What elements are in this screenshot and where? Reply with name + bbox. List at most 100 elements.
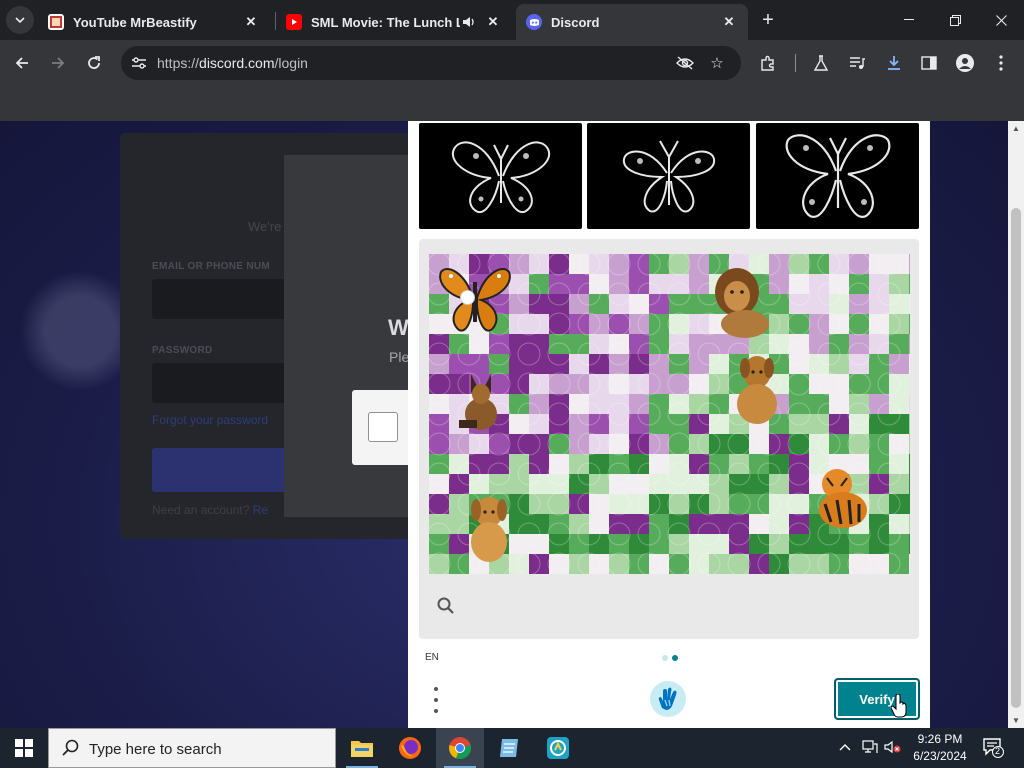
mosaic-tile bbox=[769, 474, 789, 494]
taskbar: Type here to search 9:26 PM 6/23/2024 2 bbox=[0, 728, 1024, 768]
minimize-button[interactable] bbox=[886, 0, 932, 40]
notification-center-button[interactable]: 2 bbox=[982, 736, 1006, 760]
mosaic-tile bbox=[429, 534, 449, 554]
mosaic-tile bbox=[509, 474, 529, 494]
mosaic-tile bbox=[489, 454, 509, 474]
arduino-app-button[interactable] bbox=[534, 728, 582, 768]
lion-image bbox=[707, 266, 771, 342]
media-control-icon[interactable] bbox=[842, 48, 872, 78]
notepad-app-button[interactable] bbox=[486, 728, 534, 768]
mosaic-tile bbox=[529, 274, 549, 294]
mosaic-tile bbox=[849, 354, 869, 374]
tab-search-button[interactable] bbox=[6, 6, 34, 34]
mosaic-tile bbox=[869, 534, 889, 554]
register-link[interactable]: Re bbox=[253, 503, 268, 517]
more-menu-icon[interactable] bbox=[986, 48, 1016, 78]
mosaic-tile bbox=[509, 434, 529, 454]
tiger-icon bbox=[819, 469, 867, 528]
mosaic-tile bbox=[889, 394, 909, 414]
labs-flask-icon[interactable] bbox=[806, 48, 836, 78]
file-explorer-button[interactable] bbox=[338, 728, 386, 768]
speaker-icon[interactable] bbox=[460, 13, 478, 31]
mosaic-tile bbox=[569, 434, 589, 454]
forgot-password-link[interactable]: Forgot your password bbox=[152, 413, 268, 427]
system-clock[interactable]: 9:26 PM 6/23/2024 bbox=[904, 731, 976, 765]
eye-off-icon[interactable] bbox=[675, 53, 695, 73]
mosaic-tile bbox=[889, 414, 909, 434]
mosaic-tile bbox=[829, 434, 849, 454]
hcaptcha-checkbox[interactable] bbox=[368, 412, 398, 442]
dog-image bbox=[727, 352, 787, 426]
mosaic-tile bbox=[429, 494, 449, 514]
mosaic-tile bbox=[709, 454, 729, 474]
mosaic-tile bbox=[589, 374, 609, 394]
mosaic-tile bbox=[669, 554, 689, 574]
mosaic-tile bbox=[529, 254, 549, 274]
tab-youtube-mrbeastify[interactable]: YouTube MrBeastify ✕ bbox=[38, 4, 270, 40]
close-tab-icon[interactable]: ✕ bbox=[720, 13, 738, 31]
tab-sml-movie[interactable]: SML Movie: The Lunch Lad ✕ bbox=[276, 4, 512, 40]
taskbar-search-box[interactable]: Type here to search bbox=[48, 728, 336, 768]
mosaic-tile bbox=[529, 474, 549, 494]
chrome-button[interactable] bbox=[436, 728, 484, 768]
new-tab-button[interactable]: + bbox=[756, 8, 780, 32]
mosaic-tile bbox=[649, 494, 669, 514]
mosaic-tile bbox=[509, 394, 529, 414]
scrollbar-thumb[interactable] bbox=[1011, 208, 1021, 708]
butterfly-target[interactable] bbox=[437, 262, 513, 336]
firefox-button[interactable] bbox=[386, 728, 434, 768]
close-tab-icon[interactable]: ✕ bbox=[242, 13, 260, 31]
mosaic-tile bbox=[909, 454, 910, 474]
mosaic-tile bbox=[649, 434, 669, 454]
mosaic-tile bbox=[749, 494, 769, 514]
close-tab-icon[interactable]: ✕ bbox=[484, 13, 502, 31]
network-icon[interactable] bbox=[862, 740, 878, 757]
mosaic-tile bbox=[669, 514, 689, 534]
restore-button[interactable] bbox=[932, 0, 978, 40]
mosaic-tile bbox=[609, 534, 629, 554]
challenge-image[interactable] bbox=[429, 254, 910, 574]
mosaic-tile bbox=[629, 454, 649, 474]
site-info-icon[interactable] bbox=[129, 53, 149, 73]
bookmark-star-icon[interactable]: ☆ bbox=[707, 53, 727, 73]
profile-avatar-icon[interactable] bbox=[950, 48, 980, 78]
show-hidden-icons-icon[interactable] bbox=[839, 740, 851, 754]
mosaic-tile bbox=[709, 354, 729, 374]
download-icon[interactable] bbox=[879, 48, 909, 78]
mosaic-tile bbox=[469, 474, 489, 494]
page-scrollbar[interactable]: ▲ ▼ bbox=[1008, 121, 1024, 728]
mosaic-tile bbox=[789, 394, 809, 414]
back-button[interactable] bbox=[7, 48, 37, 78]
mosaic-tile bbox=[689, 314, 709, 334]
volume-muted-icon[interactable] bbox=[884, 740, 902, 757]
url-path: /login bbox=[274, 55, 308, 71]
scroll-up-arrow[interactable]: ▲ bbox=[1008, 121, 1024, 135]
chrome-icon bbox=[449, 737, 471, 760]
mosaic-tile bbox=[849, 434, 869, 454]
mosaic-tile bbox=[889, 534, 909, 554]
mosaic-tile bbox=[549, 334, 569, 354]
forward-button[interactable] bbox=[43, 48, 73, 78]
start-button[interactable] bbox=[0, 728, 48, 768]
mosaic-tile bbox=[629, 474, 649, 494]
mosaic-tile bbox=[649, 454, 669, 474]
mosaic-tile bbox=[549, 494, 569, 514]
tab-discord[interactable]: Discord ✕ bbox=[516, 4, 748, 40]
address-bar[interactable]: https://discord.com/login ☆ bbox=[121, 46, 741, 80]
language-selector[interactable]: EN bbox=[425, 652, 439, 663]
scroll-down-arrow[interactable]: ▼ bbox=[1008, 713, 1024, 727]
extensions-icon[interactable] bbox=[753, 48, 783, 78]
captcha-menu-button[interactable] bbox=[428, 687, 444, 713]
mosaic-tile bbox=[669, 334, 689, 354]
zoom-button[interactable] bbox=[435, 595, 457, 617]
mosaic-tile bbox=[449, 454, 469, 474]
reload-button[interactable] bbox=[79, 48, 109, 78]
mosaic-tile bbox=[429, 434, 449, 454]
mosaic-tile bbox=[749, 434, 769, 454]
mosaic-tile bbox=[589, 294, 609, 314]
verify-button[interactable]: Verify bbox=[834, 678, 920, 720]
close-window-button[interactable] bbox=[978, 0, 1024, 40]
mosaic-tile bbox=[889, 354, 909, 374]
side-panel-icon[interactable] bbox=[914, 48, 944, 78]
mosaic-tile bbox=[429, 474, 449, 494]
